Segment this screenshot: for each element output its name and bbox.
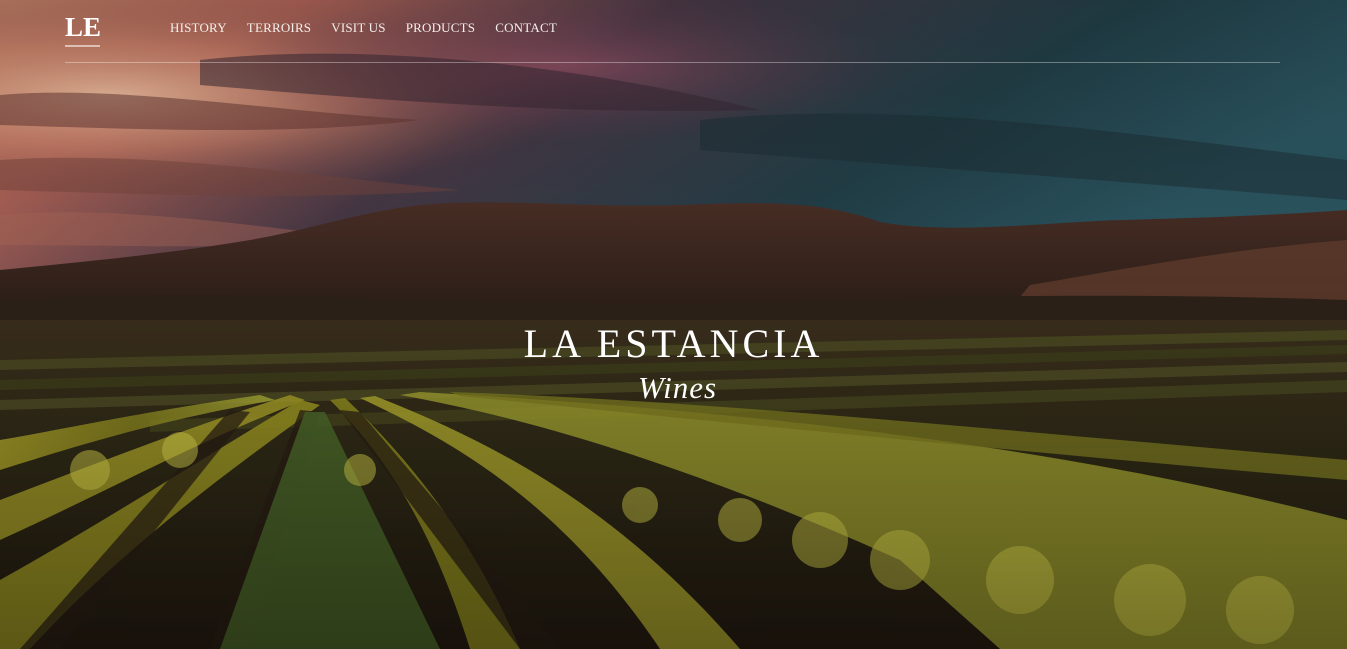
nav-link-history[interactable]: HISTORY <box>170 20 227 36</box>
hero-subtitle: Wines <box>637 370 718 405</box>
logo-link[interactable]: LE <box>65 12 101 42</box>
nav-link-terroirs[interactable]: TERROIRS <box>247 20 311 36</box>
nav-link-visit-us[interactable]: VISIT US <box>331 20 385 36</box>
hero-section: LE HISTORY TERROIRS VISIT US PRODUCTS CO… <box>0 0 1347 649</box>
hero-title: LA ESTANCIA <box>523 321 824 366</box>
logo-underline <box>65 45 100 47</box>
site-header: LE HISTORY TERROIRS VISIT US PRODUCTS CO… <box>65 0 1280 63</box>
nav-link-contact[interactable]: CONTACT <box>495 20 557 36</box>
hero-title-block: LA ESTANCIA Wines <box>0 318 1347 406</box>
nav-link-products[interactable]: PRODUCTS <box>406 20 476 36</box>
main-nav: HISTORY TERROIRS VISIT US PRODUCTS CONTA… <box>170 20 557 36</box>
